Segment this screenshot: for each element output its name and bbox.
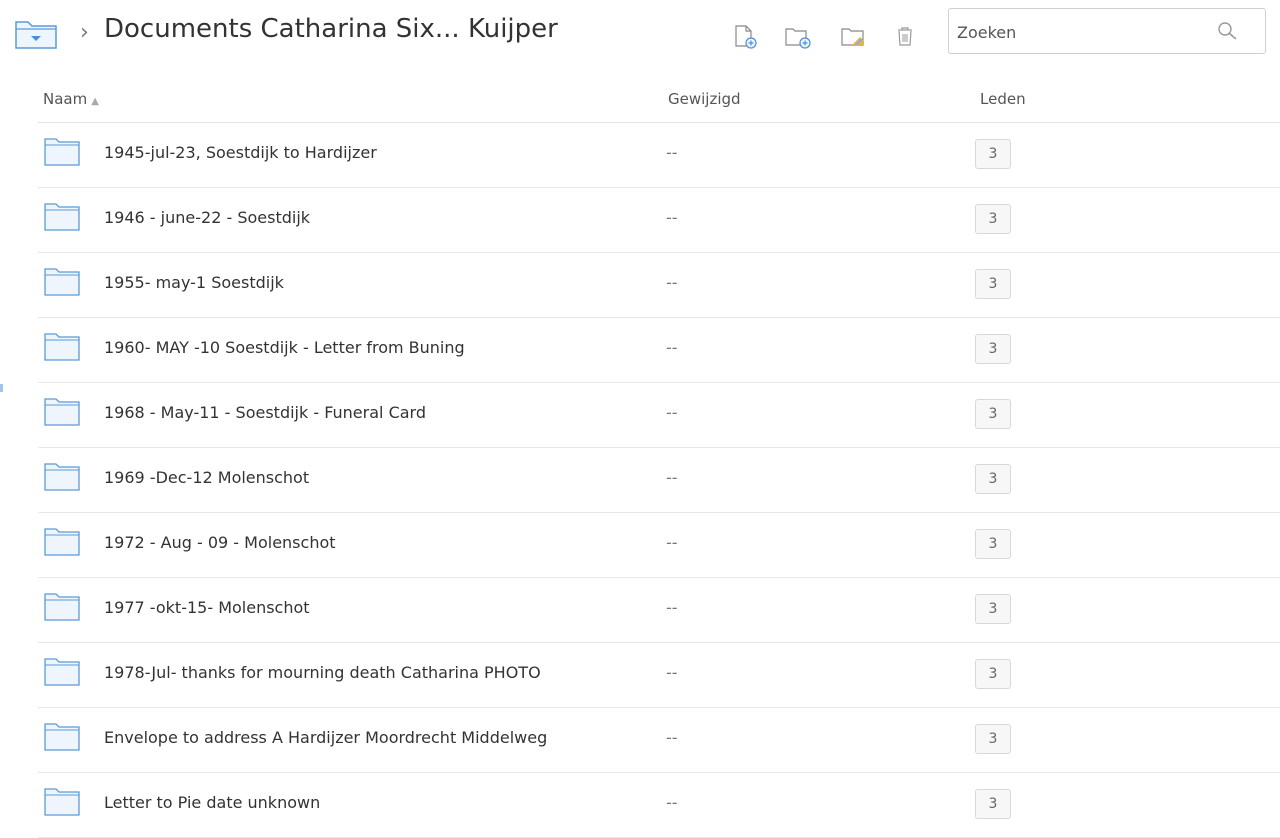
shared-folder-icon xyxy=(841,28,864,46)
folder-name-link[interactable]: 1978-Jul- thanks for mourning death Cath… xyxy=(104,663,541,682)
table-row[interactable]: 1977 -okt-15- Molenschot -- 3 xyxy=(38,577,1280,643)
search-icon[interactable] xyxy=(1215,19,1241,43)
members-count-badge[interactable]: 3 xyxy=(975,789,1011,819)
folder-name-link[interactable]: 1946 - june-22 - Soestdijk xyxy=(104,208,310,227)
members-count-badge[interactable]: 3 xyxy=(975,139,1011,169)
folder-name-link[interactable]: 1968 - May-11 - Soestdijk - Funeral Card xyxy=(104,403,426,422)
table-row[interactable]: Envelope to address A Hardijzer Moordrec… xyxy=(38,707,1280,773)
table-row[interactable]: 1960- MAY -10 Soestdijk - Letter from Bu… xyxy=(38,317,1280,383)
modified-date: -- xyxy=(666,403,678,422)
members-count-badge[interactable]: 3 xyxy=(975,269,1011,299)
modified-date: -- xyxy=(666,468,678,487)
column-header-modified[interactable]: Gewijzigd xyxy=(668,90,741,108)
modified-date: -- xyxy=(666,208,678,227)
delete-button[interactable] xyxy=(894,24,920,50)
folder-name-link[interactable]: Letter to Pie date unknown xyxy=(104,793,320,812)
column-header-name[interactable]: Naam ▲ xyxy=(43,90,99,108)
column-header-name-label: Naam xyxy=(43,90,88,108)
members-count-badge[interactable]: 3 xyxy=(975,659,1011,689)
new-file-button[interactable] xyxy=(732,24,758,50)
folder-icon xyxy=(44,656,80,686)
folder-name-link[interactable]: 1945-jul-23, Soestdijk to Hardijzer xyxy=(104,143,377,162)
search-box[interactable] xyxy=(948,8,1266,54)
folder-icon xyxy=(44,136,80,166)
members-count-badge[interactable]: 3 xyxy=(975,724,1011,754)
modified-date: -- xyxy=(666,793,678,812)
search-input[interactable] xyxy=(957,21,1197,43)
modified-date: -- xyxy=(666,338,678,357)
members-count-badge[interactable]: 3 xyxy=(975,529,1011,559)
breadcrumb-separator: › xyxy=(80,20,89,45)
table-row[interactable]: 1972 - Aug - 09 - Molenschot -- 3 xyxy=(38,512,1280,578)
folder-name-link[interactable]: 1960- MAY -10 Soestdijk - Letter from Bu… xyxy=(104,338,465,357)
column-header-members[interactable]: Leden xyxy=(980,90,1026,108)
page-title: Documents Catharina Six... Kuijper xyxy=(104,14,558,44)
members-count-badge[interactable]: 3 xyxy=(975,594,1011,624)
modified-date: -- xyxy=(666,663,678,682)
trash-icon xyxy=(898,27,912,46)
folder-icon xyxy=(44,201,80,231)
edge-indicator xyxy=(0,384,3,392)
table-header: Naam ▲ Gewijzigd Leden xyxy=(38,78,1280,123)
folder-icon xyxy=(44,591,80,621)
top-bar: › Documents Catharina Six... Kuijper xyxy=(0,0,1280,70)
folder-icon xyxy=(44,331,80,361)
table-row[interactable]: 1978-Jul- thanks for mourning death Cath… xyxy=(38,642,1280,708)
modified-date: -- xyxy=(666,728,678,747)
members-count-badge[interactable]: 3 xyxy=(975,334,1011,364)
members-count-badge[interactable]: 3 xyxy=(975,464,1011,494)
new-folder-button[interactable] xyxy=(784,24,811,50)
folder-name-link[interactable]: 1969 -Dec-12 Molenschot xyxy=(104,468,309,487)
table-row[interactable]: 1945-jul-23, Soestdijk to Hardijzer -- 3 xyxy=(38,122,1280,188)
modified-date: -- xyxy=(666,533,678,552)
modified-date: -- xyxy=(666,143,678,162)
folder-icon xyxy=(44,266,80,296)
sort-ascending-icon: ▲ xyxy=(91,96,99,107)
folder-name-link[interactable]: Envelope to address A Hardijzer Moordrec… xyxy=(104,728,547,747)
folder-menu-button[interactable] xyxy=(14,16,58,50)
new-folder-icon xyxy=(785,28,811,49)
folder-icon xyxy=(44,461,80,491)
modified-date: -- xyxy=(666,598,678,617)
table-row[interactable]: 1969 -Dec-12 Molenschot -- 3 xyxy=(38,447,1280,513)
folder-icon xyxy=(44,396,80,426)
table-row[interactable]: Letter to Pie date unknown -- 3 xyxy=(38,772,1280,838)
new-file-icon xyxy=(735,25,757,49)
table-row[interactable]: 1955- may-1 Soestdijk -- 3 xyxy=(38,252,1280,318)
folder-icon xyxy=(44,721,80,751)
folder-icon xyxy=(44,786,80,816)
folder-name-link[interactable]: 1955- may-1 Soestdijk xyxy=(104,273,284,292)
folder-name-link[interactable]: 1977 -okt-15- Molenschot xyxy=(104,598,310,617)
folder-icon xyxy=(44,526,80,556)
members-count-badge[interactable]: 3 xyxy=(975,204,1011,234)
table-row[interactable]: 1968 - May-11 - Soestdijk - Funeral Card… xyxy=(38,382,1280,448)
folder-dropdown-icon xyxy=(15,21,57,49)
folder-name-link[interactable]: 1972 - Aug - 09 - Molenschot xyxy=(104,533,336,552)
modified-date: -- xyxy=(666,273,678,292)
table-row[interactable]: 1946 - june-22 - Soestdijk -- 3 xyxy=(38,187,1280,253)
shared-folder-button[interactable] xyxy=(840,24,866,50)
members-count-badge[interactable]: 3 xyxy=(975,399,1011,429)
